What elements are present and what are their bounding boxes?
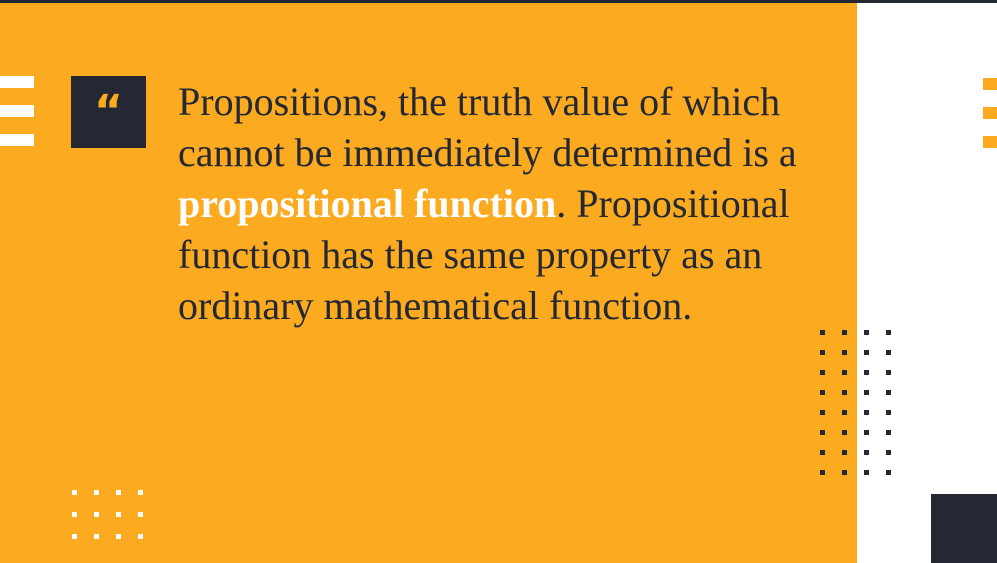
right-stripes-decoration	[983, 78, 997, 148]
decor-dot	[842, 470, 847, 475]
decor-dot	[864, 330, 869, 335]
decor-dot	[72, 512, 77, 517]
quote-mark-icon: “	[94, 86, 123, 137]
right-stripe	[983, 136, 997, 148]
decor-dot	[864, 470, 869, 475]
quote-icon-box: “	[71, 76, 146, 148]
left-stripe	[0, 105, 34, 117]
decor-dot	[886, 470, 891, 475]
decor-dot	[820, 350, 825, 355]
decor-dot	[842, 390, 847, 395]
dark-corner-block	[931, 494, 997, 563]
decor-dot	[820, 430, 825, 435]
decor-dot	[886, 370, 891, 375]
quote-text-part-1: Propositions, the truth value of which c…	[178, 79, 797, 175]
decor-dot	[820, 330, 825, 335]
decor-dot	[842, 410, 847, 415]
decor-dot	[864, 430, 869, 435]
decor-dot	[864, 390, 869, 395]
right-stripe	[983, 107, 997, 119]
decor-dot	[864, 350, 869, 355]
decor-dot	[94, 534, 99, 539]
decor-dot	[842, 370, 847, 375]
left-stripes-decoration	[0, 76, 34, 148]
decor-dot	[842, 330, 847, 335]
quote-text: Propositions, the truth value of which c…	[178, 76, 818, 331]
dark-dot-grid-decoration	[820, 330, 892, 495]
decor-dot	[886, 430, 891, 435]
decor-dot	[886, 390, 891, 395]
left-stripe	[0, 134, 34, 146]
decor-dot	[94, 512, 99, 517]
decor-dot	[72, 490, 77, 495]
decor-dot	[116, 490, 121, 495]
decor-dot	[820, 410, 825, 415]
decor-dot	[864, 450, 869, 455]
decor-dot	[864, 410, 869, 415]
decor-dot	[842, 430, 847, 435]
decor-dot	[138, 490, 143, 495]
decor-dot	[886, 330, 891, 335]
right-stripe	[983, 78, 997, 90]
quote-highlight-term: propositional function	[178, 181, 557, 226]
decor-dot	[138, 534, 143, 539]
decor-dot	[886, 450, 891, 455]
decor-dot	[886, 350, 891, 355]
decor-dot	[842, 350, 847, 355]
decor-dot	[72, 534, 77, 539]
decor-dot	[116, 534, 121, 539]
decor-dot	[886, 410, 891, 415]
decor-dot	[820, 370, 825, 375]
left-stripe	[0, 76, 34, 88]
decor-dot	[94, 490, 99, 495]
decor-dot	[820, 470, 825, 475]
decor-dot	[864, 370, 869, 375]
decor-dot	[842, 450, 847, 455]
decor-dot	[820, 450, 825, 455]
decor-dot	[138, 512, 143, 517]
white-dot-grid-decoration	[72, 490, 147, 550]
decor-dot	[820, 390, 825, 395]
decor-dot	[116, 512, 121, 517]
